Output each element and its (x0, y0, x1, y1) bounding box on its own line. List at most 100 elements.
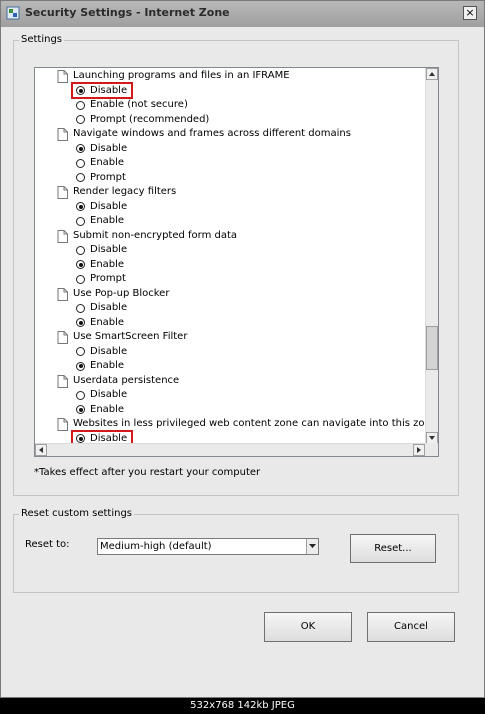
radio-empty-icon[interactable] (76, 158, 85, 168)
setting-option-label: Disable (90, 302, 128, 313)
scroll-right-button[interactable] (413, 444, 425, 456)
setting-option[interactable]: Enable (35, 359, 425, 373)
setting-option-label: Enable (90, 316, 125, 328)
reset-level-value: Medium-high (default) (100, 541, 212, 552)
setting-option[interactable]: Disable (35, 142, 425, 156)
image-info-bar: 532x768 142kb JPEG (0, 698, 485, 714)
document-icon (57, 128, 68, 141)
setting-header-label: Navigate windows and frames across diffe… (73, 128, 351, 139)
setting-option[interactable]: Disable (35, 200, 425, 214)
setting-option[interactable]: Disable (35, 301, 425, 315)
setting-header-label: Userdata persistence (73, 374, 180, 386)
close-button[interactable]: × (463, 6, 477, 20)
horizontal-scrollbar[interactable] (35, 443, 426, 456)
highlight-box (71, 81, 133, 99)
setting-option-label: Enable (90, 157, 125, 168)
setting-option-label: Prompt (recommended) (90, 113, 210, 125)
arrow-right-icon (417, 447, 421, 453)
ok-button[interactable]: OK (264, 612, 352, 642)
setting-header-label: Use SmartScreen Filter (73, 331, 188, 342)
setting-header: Use Pop-up Blocker (35, 287, 425, 301)
image-info-text: 532x768 142kb JPEG (190, 700, 295, 711)
radio-empty-icon[interactable] (76, 245, 85, 255)
setting-header: Userdata persistence (35, 374, 425, 388)
setting-option-label: Disable (90, 345, 128, 357)
radio-empty-icon[interactable] (76, 115, 85, 124)
setting-option-label: Prompt (90, 273, 126, 284)
setting-header: Submit non-encrypted form data (35, 229, 425, 243)
radio-selected-icon[interactable] (76, 361, 85, 371)
radio-empty-icon[interactable] (76, 347, 85, 356)
radio-dot (78, 407, 83, 412)
ok-button-label: OK (300, 621, 316, 632)
setting-option-label: Enable (90, 215, 125, 226)
radio-dot (78, 262, 83, 267)
security-settings-dialog: Security Settings - Internet Zone × Sett… (0, 0, 485, 698)
document-icon (57, 70, 68, 83)
setting-option-label: Enable (90, 403, 125, 415)
title-bar[interactable]: Security Settings - Internet Zone × (1, 1, 484, 27)
radio-selected-icon[interactable] (76, 202, 85, 211)
arrow-up-icon (429, 72, 435, 76)
settings-list[interactable]: Launching programs and files in an IFRAM… (34, 67, 439, 457)
scrollbar-corner (425, 443, 438, 456)
radio-dot (78, 320, 83, 325)
setting-header: Use SmartScreen Filter (35, 330, 425, 344)
setting-option[interactable]: Prompt (35, 272, 425, 286)
setting-option[interactable]: Disable (35, 388, 425, 402)
setting-option-label: Disable (90, 244, 128, 255)
setting-option[interactable]: Enable (35, 316, 425, 330)
reset-level-dropdown[interactable]: Medium-high (default) (97, 538, 319, 555)
setting-option[interactable]: Enable (35, 258, 425, 272)
setting-option-label: Prompt (90, 171, 126, 183)
radio-empty-icon[interactable] (76, 216, 85, 226)
radio-empty-icon[interactable] (76, 100, 85, 110)
reset-to-label: Reset to: (25, 539, 70, 550)
radio-selected-icon[interactable] (76, 144, 85, 153)
scroll-left-button[interactable] (35, 444, 47, 456)
setting-option-label: Enable (90, 360, 125, 371)
radio-empty-icon[interactable] (76, 390, 85, 400)
vertical-scrollbar[interactable] (425, 68, 438, 456)
radio-selected-icon[interactable] (76, 318, 85, 327)
radio-empty-icon[interactable] (76, 173, 85, 182)
setting-option[interactable]: Prompt (recommended) (35, 113, 425, 127)
document-icon (57, 331, 68, 344)
document-icon (57, 186, 68, 199)
setting-option[interactable]: Enable (not secure) (35, 98, 425, 112)
security-settings-icon (6, 6, 20, 20)
setting-option[interactable]: Enable (35, 403, 425, 417)
cancel-button[interactable]: Cancel (367, 612, 455, 642)
setting-option-label: Disable (90, 200, 128, 212)
setting-option-label: Disable (90, 389, 128, 400)
setting-option[interactable]: Disable (35, 345, 425, 359)
radio-dot (78, 204, 83, 209)
radio-empty-icon[interactable] (76, 303, 85, 313)
document-icon (57, 374, 68, 388)
cancel-button-label: Cancel (394, 621, 428, 632)
scroll-thumb[interactable] (426, 326, 438, 370)
setting-header-label: Submit non-encrypted form data (73, 229, 238, 241)
close-icon: × (465, 6, 475, 19)
window-title: Security Settings - Internet Zone (25, 6, 230, 19)
setting-option-label: Disable (90, 142, 128, 154)
setting-option[interactable]: Disable (35, 81, 425, 99)
setting-option[interactable]: Enable (35, 156, 425, 170)
setting-option[interactable]: Enable (35, 214, 425, 228)
radio-dot (78, 364, 83, 368)
chevron-down-icon (309, 544, 316, 548)
dropdown-button[interactable] (306, 539, 318, 554)
radio-empty-icon[interactable] (76, 274, 85, 284)
scroll-up-button[interactable] (426, 68, 438, 80)
setting-header-label: Render legacy filters (73, 186, 177, 197)
reset-button[interactable]: Reset... (350, 534, 436, 563)
setting-option-label: Enable (not secure) (90, 99, 188, 110)
radio-selected-icon[interactable] (76, 260, 85, 269)
setting-option[interactable]: Prompt (35, 171, 425, 185)
setting-header: Navigate windows and frames across diffe… (35, 127, 425, 141)
radio-selected-icon[interactable] (76, 405, 85, 414)
setting-header-label: Use Pop-up Blocker (73, 287, 170, 299)
arrow-down-icon (429, 436, 435, 440)
reset-button-label: Reset... (374, 543, 412, 554)
setting-option[interactable]: Disable (35, 243, 425, 257)
